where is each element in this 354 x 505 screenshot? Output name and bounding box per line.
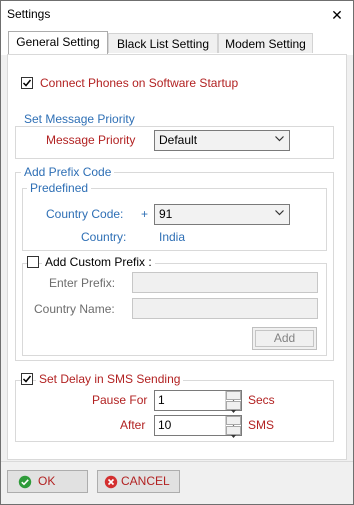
country-code-select[interactable]: 91 xyxy=(154,204,290,225)
enter-prefix-label: Enter Prefix: xyxy=(49,276,116,290)
country-code-value: 91 xyxy=(159,207,173,221)
pause-spin-buttons xyxy=(225,391,241,413)
cancel-button-label: CANCEL xyxy=(121,474,170,488)
settings-window: Settings ✕ General Setting Black List Se… xyxy=(0,0,354,505)
button-focus-frame xyxy=(255,330,314,347)
predefined-legend: Predefined xyxy=(27,181,92,195)
prefix-code-legend: Add Prefix Code xyxy=(21,165,115,179)
tab-label: Modem Setting xyxy=(225,37,306,51)
tab-modem-setting[interactable]: Modem Setting xyxy=(218,33,313,53)
title-bar: Settings ✕ xyxy=(1,1,353,29)
ok-button-label: OK xyxy=(38,474,56,488)
custom-prefix-checkbox[interactable] xyxy=(27,256,39,268)
country-label: Country: xyxy=(81,230,127,244)
country-code-label: Country Code: xyxy=(46,207,124,221)
tab-black-list-setting[interactable]: Black List Setting xyxy=(108,33,218,53)
enter-prefix-input[interactable] xyxy=(132,272,318,293)
add-prefix-button[interactable]: Add xyxy=(252,327,317,350)
country-value: India xyxy=(159,230,186,244)
ok-button[interactable]: OK xyxy=(7,470,88,493)
pause-for-label: Pause For xyxy=(92,393,148,407)
plus-sign: + xyxy=(141,207,149,221)
arrow-down-icon xyxy=(231,435,236,438)
connect-on-startup-checkbox[interactable] xyxy=(21,77,33,89)
after-label: After xyxy=(120,418,146,432)
check-circle-icon xyxy=(18,475,32,489)
pause-for-spinner[interactable]: 1 xyxy=(154,390,242,413)
checkmark-icon xyxy=(22,79,32,87)
window-title: Settings xyxy=(7,7,51,21)
spin-up-button[interactable] xyxy=(226,416,241,428)
pause-for-value: 1 xyxy=(158,393,165,407)
after-sms-spinner[interactable]: 10 xyxy=(154,415,242,438)
message-priority-value: Default xyxy=(159,133,198,147)
tab-label: Black List Setting xyxy=(116,37,210,51)
general-setting-panel: Connect Phones on Software Startup Set M… xyxy=(7,54,347,460)
close-icon[interactable]: ✕ xyxy=(323,4,351,26)
chevron-down-icon xyxy=(275,136,284,142)
chevron-down-icon xyxy=(275,210,284,216)
sms-delay-label[interactable]: Set Delay in SMS Sending xyxy=(36,372,184,386)
spin-down-button[interactable] xyxy=(226,401,241,413)
checkmark-icon xyxy=(22,375,32,383)
tab-strip: General Setting Black List Setting Modem… xyxy=(1,29,353,55)
country-name-label: Country Name: xyxy=(34,302,115,316)
message-priority-label: Message Priority xyxy=(46,133,136,147)
cancel-circle-icon xyxy=(104,475,118,489)
sms-delay-checkbox[interactable] xyxy=(21,373,33,385)
tab-label: General Setting xyxy=(16,35,100,49)
message-priority-legend: Set Message Priority xyxy=(21,112,138,126)
cancel-button[interactable]: CANCEL xyxy=(97,470,180,493)
arrow-down-icon xyxy=(231,410,236,413)
after-sms-value: 10 xyxy=(158,418,172,432)
spin-down-button[interactable] xyxy=(226,426,241,438)
custom-prefix-label[interactable]: Add Custom Prefix : xyxy=(42,255,155,269)
pause-for-unit: Secs xyxy=(248,393,275,407)
after-spin-buttons xyxy=(225,416,241,438)
footer-separator xyxy=(1,461,353,462)
tab-general-setting[interactable]: General Setting xyxy=(8,31,108,54)
spin-up-button[interactable] xyxy=(226,391,241,403)
connect-on-startup-label[interactable]: Connect Phones on Software Startup xyxy=(40,76,238,90)
message-priority-select[interactable]: Default xyxy=(154,130,290,151)
country-name-input[interactable] xyxy=(132,298,318,319)
after-sms-unit: SMS xyxy=(248,418,275,432)
